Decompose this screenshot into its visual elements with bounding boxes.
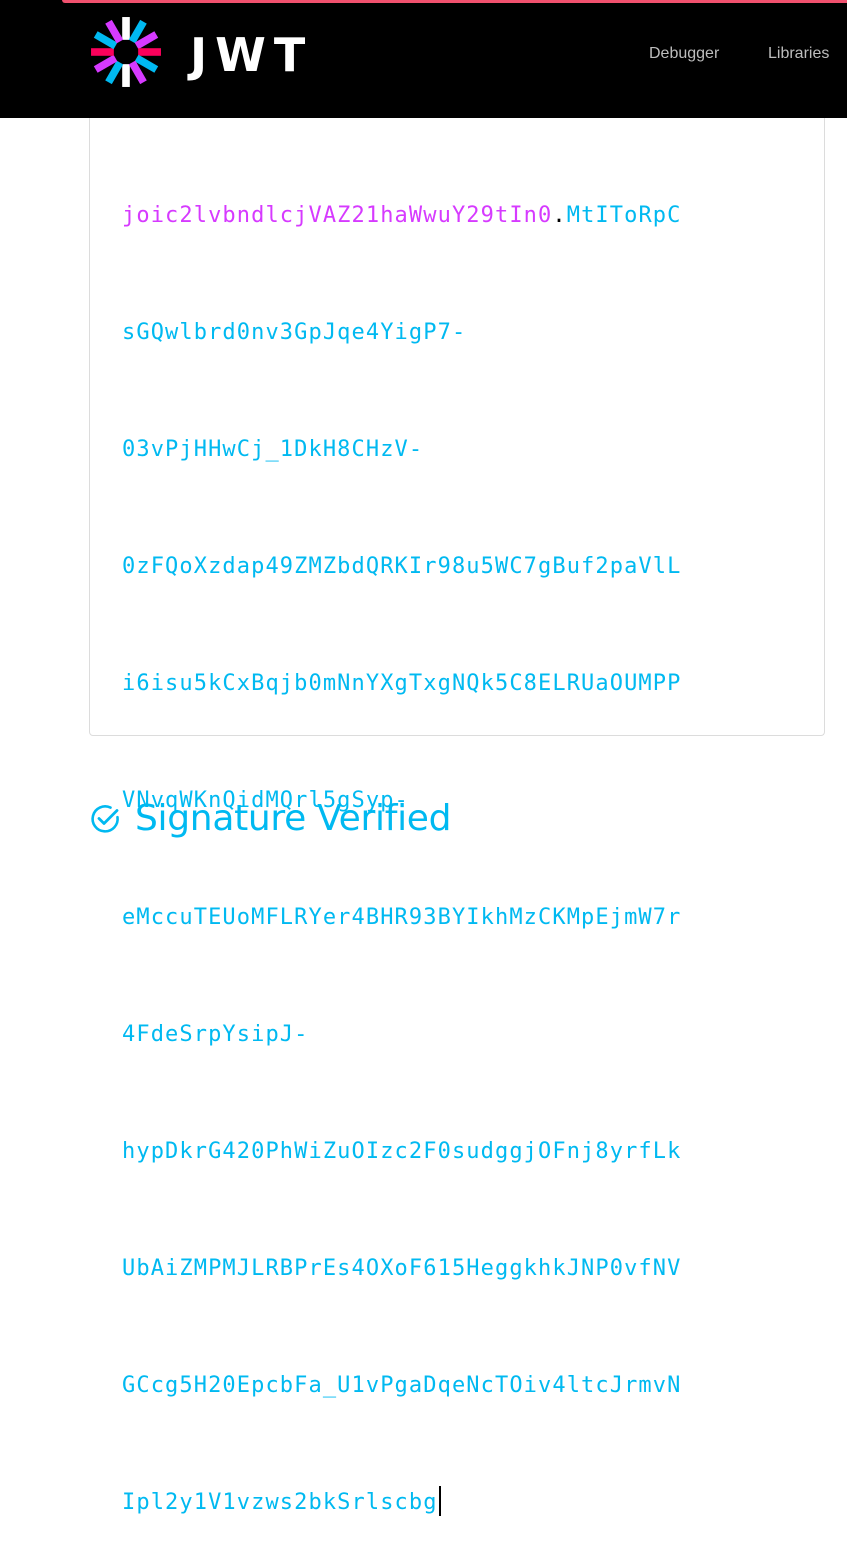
nav-link-debugger[interactable]: Debugger [649,44,719,64]
token-line: VNvqWKnQidMQrl5gSyp- [122,788,409,813]
token-line: Ipl2y1V1vzws2bkSrlscbg [122,1483,782,1522]
navbar: JWT Debugger Libraries [0,0,847,118]
encoded-token-text[interactable]: joic2lvbndlcjVAZ21haWwuY29tIn0.MtIToRpC … [122,118,782,1561]
token-line: 03vPjHHwCj_1DkH8CHzV- [122,437,424,462]
token-line: 0zFQoXzdap49ZMZbdQRKIr98u5WC7gBuf2paVlL [122,554,682,579]
token-line: joic2lvbndlcjVAZ21haWwuY29tIn0.MtIToRpC [122,196,782,235]
check-circle-icon [91,805,119,833]
token-payload-segment: joic2lvbndlcjVAZ21haWwuY29tIn0 [122,203,553,228]
token-line: GCcg5H20EpcbFa_U1vPgaDqeNcTOiv4ltcJrmvN [122,1373,682,1398]
text-caret [438,1486,441,1516]
token-line: UbAiZMPMJLRBPrEs4OXoF615HeggkhkJNP0vfNV [122,1256,682,1281]
token-signature-segment: Ipl2y1V1vzws2bkSrlscbg [122,1490,438,1515]
token-separator: . [552,203,567,228]
nav-link-libraries[interactable]: Libraries [768,44,829,64]
token-line: sGQwlbrd0nv3GpJqe4YigP7- [122,320,467,345]
token-signature-segment: MtIToRpC [566,203,682,228]
jwt-logo-icon[interactable] [88,14,164,90]
token-line: 4FdeSrpYsipJ- [122,1022,309,1047]
token-line: eMccuTEUoMFLRYer4BHR93BYIkhMzCKMpEjmW7r [122,905,682,930]
brand-wordmark[interactable]: JWT [190,28,313,82]
top-accent-bar [62,0,847,3]
token-line: i6isu5kCxBqjb0mNnYXgTxgNQk5C8ELRUaOUMPP [122,671,682,696]
token-line: hypDkrG420PhWiZuOIzc2F0sudggjOFnj8yrfLk [122,1139,682,1164]
